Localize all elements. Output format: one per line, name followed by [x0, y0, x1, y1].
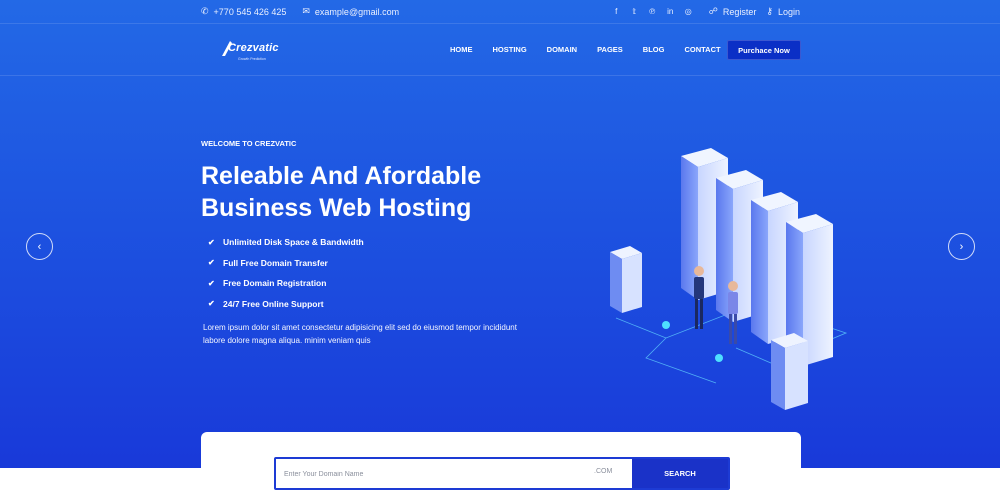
main-menu: HOME HOSTING DOMAIN PAGES BLOG CONTACT	[450, 45, 741, 54]
feature-label: 24/7 Free Online Support	[223, 298, 324, 309]
email-address: example@gmail.com	[314, 6, 400, 17]
key-icon: ⚷	[766, 6, 773, 16]
hero-title-line2: Business Web Hosting	[201, 194, 472, 222]
feature-list: ✔ Unlimited Disk Space & Bandwidth ✔ Ful…	[208, 232, 364, 314]
hosting-homepage: ✆ +770 545 426 425 ✉ example@gmail.com f…	[0, 0, 1000, 500]
brand-logo[interactable]: Crezvatic Growth Prediction	[220, 38, 290, 66]
feature-item: ✔ 24/7 Free Online Support	[208, 294, 364, 315]
dribbble-icon[interactable]: ◎	[684, 7, 693, 16]
login-label: Login	[777, 6, 800, 17]
brand-name: Crezvatic	[228, 42, 279, 54]
feature-label: Full Free Domain Transfer	[223, 257, 328, 268]
tld-value: .COM	[594, 468, 613, 475]
feature-label: Free Domain Registration	[223, 278, 327, 289]
domain-search-input[interactable]	[284, 468, 584, 480]
social-links: f 𝕥 ℗ in ◎	[612, 7, 693, 16]
feature-item: ✔ Free Domain Registration	[208, 273, 364, 294]
phone-number: +770 545 426 425	[213, 6, 287, 17]
chevron-left-icon: ‹	[37, 240, 42, 253]
check-icon: ✔	[208, 258, 215, 268]
top-actions: f 𝕥 ℗ in ◎ ☍ Register ⚷ Login	[612, 6, 800, 17]
check-icon: ✔	[208, 278, 215, 288]
nav-domain[interactable]: DOMAIN	[547, 45, 577, 54]
purchase-now-button[interactable]: Purchace Now	[727, 40, 801, 60]
top-bar: ✆ +770 545 426 425 ✉ example@gmail.com f…	[0, 0, 1000, 24]
feature-item: ✔ Full Free Domain Transfer	[208, 253, 364, 274]
contact-info: ✆ +770 545 426 425 ✉ example@gmail.com	[201, 6, 399, 17]
hero-title: Releable And Afordable Business Web Host…	[201, 160, 531, 224]
login-link[interactable]: ⚷ Login	[766, 6, 800, 17]
check-icon: ✔	[208, 299, 215, 309]
register-icon: ☍	[708, 6, 718, 16]
nav-pages[interactable]: PAGES	[597, 45, 623, 54]
chevron-right-icon: ›	[959, 240, 964, 253]
hero-description: Lorem ipsum dolor sit amet consectetur a…	[203, 323, 517, 345]
nav-home[interactable]: HOME	[450, 45, 473, 54]
facebook-icon[interactable]: f	[612, 7, 621, 16]
phone-icon: ✆	[201, 6, 209, 16]
feature-item: ✔ Unlimited Disk Space & Bandwidth	[208, 232, 364, 253]
domain-search-card: .COM ⌄ SEARCH	[201, 432, 801, 500]
brand-tagline: Growth Prediction	[238, 57, 266, 61]
phone-item[interactable]: ✆ +770 545 426 425	[201, 6, 286, 17]
pinterest-icon[interactable]: ℗	[648, 7, 657, 16]
search-button[interactable]: SEARCH	[632, 459, 728, 488]
check-icon: ✔	[208, 237, 215, 247]
nav-hosting[interactable]: HOSTING	[493, 45, 527, 54]
email-item[interactable]: ✉ example@gmail.com	[302, 6, 399, 17]
twitter-icon[interactable]: 𝕥	[630, 7, 639, 16]
server-illustration	[610, 148, 848, 410]
slider-next-button[interactable]: ›	[948, 233, 975, 260]
main-navbar: Crezvatic Growth Prediction HOME HOSTING…	[0, 24, 1000, 76]
feature-label: Unlimited Disk Space & Bandwidth	[223, 237, 364, 248]
register-label: Register	[722, 6, 757, 17]
slider-prev-button[interactable]: ‹	[26, 233, 53, 260]
nav-blog[interactable]: BLOG	[643, 45, 665, 54]
register-link[interactable]: ☍ Register	[709, 6, 757, 17]
domain-search-box: .COM ⌄ SEARCH	[274, 457, 730, 490]
hero-welcome: WELCOME TO CREZVATIC	[201, 139, 297, 148]
envelope-icon: ✉	[302, 6, 310, 16]
nav-contact[interactable]: CONTACT	[684, 45, 720, 54]
hero-title-line1: Releable And Afordable	[201, 162, 482, 190]
linkedin-icon[interactable]: in	[666, 7, 675, 16]
